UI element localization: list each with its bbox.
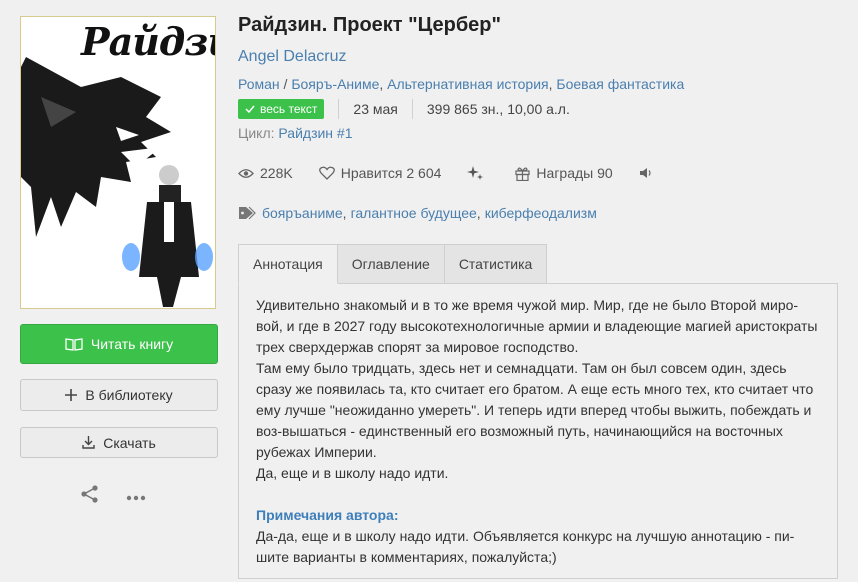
heart-icon — [318, 166, 335, 180]
tab-statistics[interactable]: Статистика — [444, 244, 548, 284]
read-book-label: Читать книгу — [90, 336, 174, 352]
book-title: Райдзин. Проект "Цербер" — [238, 14, 502, 36]
download-icon — [82, 436, 95, 449]
audio-button[interactable] — [639, 167, 659, 179]
genre-link[interactable]: Боевая фантастика — [556, 76, 684, 92]
author-link[interactable]: Angel Delacruz — [238, 48, 347, 66]
annotation-paragraph: Да, еще и в школу надо идти. — [256, 465, 449, 481]
author-notes-heading: Примечания автора: — [256, 507, 399, 523]
check-icon — [245, 105, 255, 113]
download-button[interactable]: Скачать — [20, 427, 218, 458]
tab-bar: Аннотация Оглавление Статистика — [238, 244, 548, 284]
read-book-button[interactable]: Читать книгу — [20, 324, 218, 364]
genre-link[interactable]: Альтернативная история — [387, 76, 548, 92]
genre-link[interactable]: Бояръ-Аниме — [291, 76, 379, 92]
annotation-paragraph: Удивительно знакомый и в то же время чуж… — [256, 297, 818, 355]
views-stat: 228K — [238, 165, 293, 181]
book-size: 399 865 зн., 10,00 а.л. — [426, 101, 570, 117]
plus-icon — [65, 389, 78, 401]
cycle-link[interactable]: Райдзин #1 — [278, 125, 352, 141]
sparkle-icon — [467, 165, 484, 181]
divider — [338, 99, 340, 119]
speaker-icon — [639, 167, 653, 179]
like-button[interactable]: Нравится 2 604 — [318, 165, 442, 181]
tag-list: бояръаниме, галантное будущее, киберфеод… — [238, 205, 597, 221]
tag-link[interactable]: галантное будущее — [351, 205, 477, 221]
gift-icon — [515, 166, 531, 181]
annotation-paragraph: Там ему было тридцать, здесь нет и семна… — [256, 360, 814, 460]
author-notes-text: Да-да, еще и в школу надо идти. Объявляе… — [256, 528, 795, 565]
views-count: 228K — [260, 165, 293, 181]
awards-count: 90 — [597, 165, 613, 181]
book-cover[interactable]: Райдзин — [20, 16, 216, 309]
tag-link[interactable]: киберфеодализм — [485, 205, 597, 221]
sparkle-button[interactable] — [467, 165, 489, 181]
annotation-panel: Удивительно знакомый и в то же время чуж… — [238, 283, 838, 579]
stats-row: 228K Нравится 2 604 Награды 90 — [238, 163, 685, 183]
tag-icon — [238, 206, 256, 220]
cover-title: Райдзин — [81, 19, 215, 64]
book-icon — [65, 337, 83, 351]
genre-list: Роман / Бояръ-Аниме, Альтернативная исто… — [238, 76, 685, 92]
status-badge-label: весь текст — [260, 102, 318, 116]
publish-date: 23 мая — [353, 101, 398, 117]
tab-contents[interactable]: Оглавление — [337, 244, 445, 284]
status-badge: весь текст — [238, 99, 325, 119]
likes-count: 2 604 — [406, 165, 442, 181]
cycle-info: Цикл: Райдзин #1 — [238, 125, 353, 141]
genre-link[interactable]: Роман — [238, 76, 280, 92]
likes-label: Нравится — [340, 165, 403, 181]
tag-link[interactable]: бояръаниме — [262, 205, 343, 221]
add-to-library-label: В библиотеку — [85, 387, 173, 403]
add-to-library-button[interactable]: В библиотеку — [20, 379, 218, 411]
tab-annotation[interactable]: Аннотация — [238, 244, 338, 284]
share-icon[interactable] — [80, 484, 100, 509]
download-label: Скачать — [103, 434, 156, 451]
divider — [411, 99, 413, 119]
cycle-label: Цикл: — [238, 125, 275, 141]
awards-label: Награды — [536, 165, 594, 181]
more-options-icon[interactable] — [126, 488, 146, 506]
awards-button[interactable]: Награды 90 — [515, 165, 613, 181]
eye-icon — [238, 168, 254, 179]
